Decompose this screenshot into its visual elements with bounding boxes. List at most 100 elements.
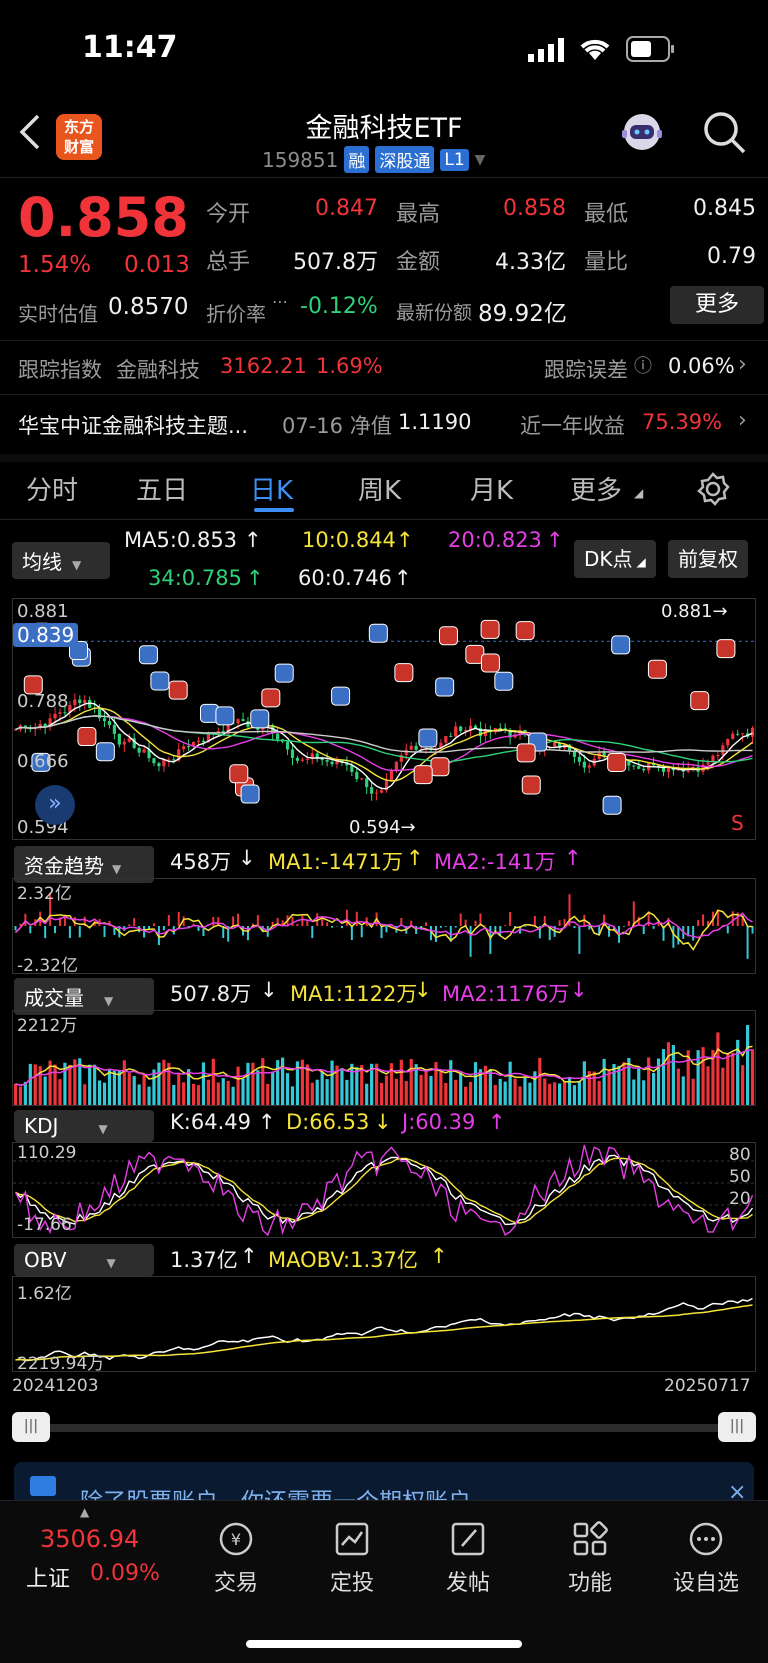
volume-bar [241, 1078, 245, 1105]
kdj-k-line [15, 1154, 754, 1226]
candle-body [741, 733, 745, 735]
nav-add-watchlist[interactable]: 设自选 [656, 1511, 756, 1597]
tab-daily-k[interactable]: 日K [250, 470, 293, 507]
buy-marker [261, 688, 281, 708]
nav-trade[interactable]: ¥ 交易 [186, 1511, 286, 1597]
kdj-50: 50 [729, 1167, 751, 1187]
kdj-20: 20 [729, 1189, 751, 1209]
tab-more[interactable]: 更多 [570, 470, 622, 507]
ma10-value: 10:0.844 [302, 528, 396, 552]
volume-bar [147, 1086, 151, 1105]
candle-body [182, 746, 186, 750]
tab-intraday[interactable]: 分时 [26, 470, 78, 507]
volume-bar [18, 1086, 23, 1105]
chevron-right-icon: › [738, 352, 747, 377]
volume-bar [745, 1025, 750, 1105]
volume-bar [399, 1059, 403, 1105]
search-icon[interactable] [702, 110, 746, 154]
app-header: 东方 财富 金融科技ETF 159851 融 深股通 L1 ▼ [0, 100, 768, 178]
y-axis-top: 0.881 [17, 601, 69, 622]
volume-bar [444, 1082, 448, 1105]
tab-five-day[interactable]: 五日 [136, 470, 188, 507]
kdj-d: D:66.53 [286, 1110, 370, 1134]
candle-body [58, 712, 62, 714]
volume-bar [493, 1084, 497, 1105]
candle-body [449, 736, 453, 738]
ratio-value: 0.79 [707, 244, 756, 269]
kdj-canvas [13, 1144, 755, 1237]
tab-weekly-k[interactable]: 周K [358, 470, 401, 507]
kdj-selector[interactable]: KDJ ▼ [14, 1110, 154, 1142]
kdj-80: 80 [729, 1145, 751, 1165]
adjust-mode-button[interactable]: 前复权 [668, 540, 748, 578]
nav-fixed-invest[interactable]: 定投 [302, 1511, 402, 1597]
candle-body [750, 727, 755, 737]
ma34-value: 34:0.785 [148, 566, 242, 590]
obv-bottom: 2219.94万 [17, 1354, 105, 1374]
volume-ma1-line [15, 1045, 753, 1086]
volume-bar [523, 1076, 527, 1105]
info-icon[interactable]: ⋯ [272, 292, 288, 311]
volume-chart[interactable]: 2212万 [12, 1010, 756, 1106]
buy-marker [515, 621, 535, 641]
volume-bar [464, 1086, 468, 1105]
nav-post[interactable]: 发帖 [418, 1511, 518, 1597]
premium-value: -0.12% [300, 294, 378, 319]
fund-row[interactable]: 华宝中证金融科技主题... 07-16 净值 1.1190 近一年收益 75.3… [0, 394, 768, 454]
fund-return: 75.39% [642, 410, 723, 434]
index-value[interactable]: 3506.94 [40, 1525, 139, 1553]
index-name[interactable]: 上证 [26, 1561, 70, 1593]
volume-bar [251, 1062, 255, 1105]
expand-left-icon[interactable]: » [35, 785, 75, 825]
nav-functions[interactable]: 功能 [540, 1511, 640, 1597]
range-right-handle[interactable]: ||| [718, 1412, 756, 1442]
index-pct[interactable]: 0.09% [90, 1561, 160, 1586]
candle-body [572, 751, 577, 757]
volume-bar [28, 1063, 32, 1105]
ma-selector[interactable]: 均线 ▼ [12, 542, 110, 579]
volume-bar [127, 1073, 131, 1105]
range-scrollbar[interactable]: ||| ||| [12, 1412, 756, 1444]
kdj-chart[interactable]: 110.29 -17.66 80 50 20 [12, 1142, 756, 1238]
candle-body [553, 742, 557, 747]
obv-chart[interactable]: 1.62亿 2219.94万 [12, 1276, 756, 1374]
volume-bar [632, 1079, 636, 1105]
volume-bar [93, 1064, 97, 1105]
change-pct: 1.54% [18, 252, 92, 278]
caret-down-icon[interactable]: ▼ [475, 152, 486, 168]
tab-monthly-k[interactable]: 月K [470, 470, 513, 507]
volume-bar [196, 1085, 201, 1105]
obv-selector[interactable]: OBV ▼ [14, 1244, 154, 1276]
candle-body [444, 736, 448, 743]
volume-bar [409, 1058, 413, 1105]
obv-canvas [15, 1297, 753, 1362]
tracking-row[interactable]: 跟踪指数 金融科技 3162.21 1.69% 跟踪误差 ⓘ 0.06% › [0, 340, 768, 394]
range-left-handle[interactable]: ||| [12, 1412, 50, 1442]
candle-body [582, 761, 586, 768]
volume-bar [231, 1086, 235, 1105]
amount-value: 4.33亿 [495, 250, 566, 275]
volume-bar [538, 1057, 542, 1105]
volume-bar [162, 1059, 166, 1105]
volume-bar [468, 1081, 473, 1105]
volume-bar [43, 1076, 47, 1105]
expand-up-icon[interactable]: ▲ [80, 1505, 89, 1519]
volume-bar [68, 1064, 72, 1105]
volume-bar [726, 1052, 730, 1105]
volume-bar [439, 1071, 443, 1105]
volume-bar [661, 1049, 666, 1105]
volume-bar [384, 1075, 389, 1105]
gear-icon[interactable] [696, 472, 730, 506]
more-button[interactable]: 更多 [670, 286, 764, 324]
kline-chart[interactable]: 0.881 0.839 0.788 0.666 0.594 0.881→ 0.5… [12, 598, 756, 840]
fund-flow-chart[interactable]: 2.32亿 -2.32亿 [12, 878, 756, 976]
dk-point-button[interactable]: DK点 ◢ [574, 540, 656, 578]
candle-body [315, 753, 319, 758]
wifi-icon [580, 39, 610, 60]
candle-body [172, 759, 176, 761]
volume-bar [429, 1076, 433, 1105]
question-icon[interactable]: ⓘ [634, 352, 652, 378]
volume-bar [152, 1069, 156, 1105]
sell-marker [494, 671, 514, 691]
robot-assistant-icon[interactable] [618, 108, 666, 156]
